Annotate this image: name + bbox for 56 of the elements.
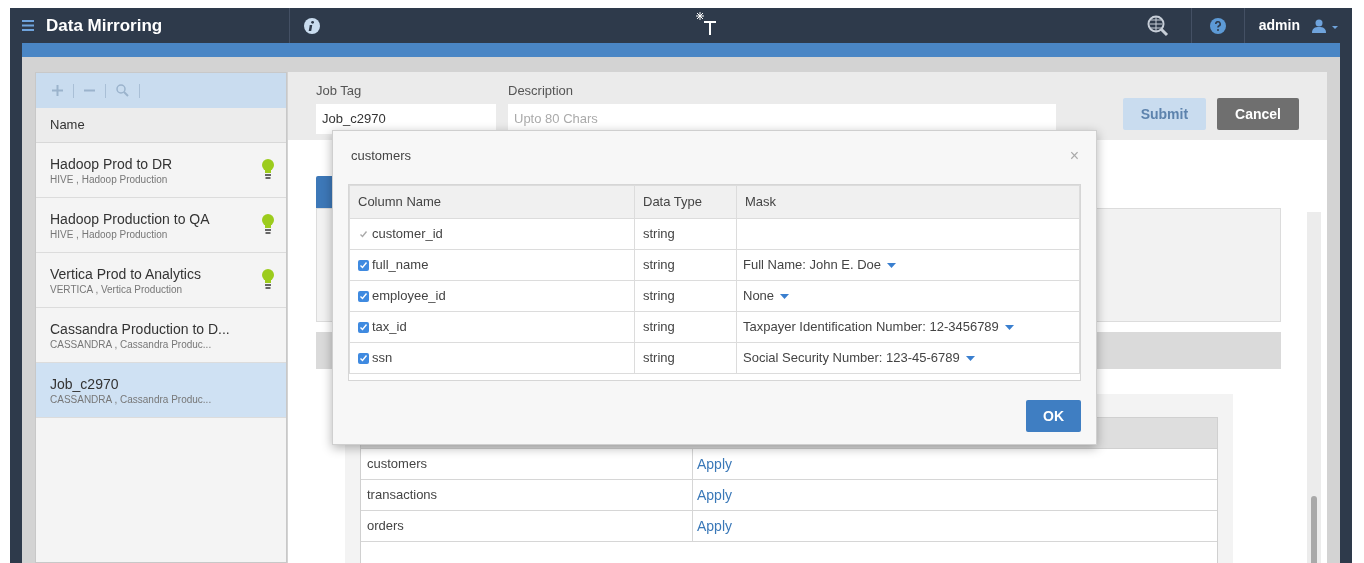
- caret-icon: [1004, 324, 1014, 330]
- help-icon[interactable]: [1209, 17, 1226, 34]
- caret-icon: [965, 355, 975, 361]
- job-name: Hadoop Production to QA: [50, 209, 211, 228]
- column-name: customer_id: [372, 225, 443, 244]
- checkbox[interactable]: [358, 290, 369, 302]
- table-cell: transactions: [361, 480, 693, 510]
- column-name: employee_id: [372, 287, 446, 306]
- user-icon[interactable]: [1312, 18, 1338, 33]
- mask-dropdown[interactable]: None: [743, 286, 790, 306]
- apply-link[interactable]: Apply: [697, 453, 733, 475]
- job-name: Vertica Prod to Analytics: [50, 264, 202, 283]
- job-tag-field[interactable]: Job_c2970: [316, 103, 496, 134]
- job-item[interactable]: Job_c2970 CASSANDRA , Cassandra Produc...: [36, 363, 286, 418]
- field-label: Description: [508, 82, 575, 100]
- scrollbar[interactable]: [1307, 212, 1321, 563]
- field-label: Job Tag: [316, 82, 363, 100]
- checkbox[interactable]: [358, 352, 369, 364]
- column-header: Data Type: [634, 185, 737, 219]
- column-name: tax_id: [372, 318, 407, 337]
- job-source: CASSANDRA , Cassandra Produc...: [50, 392, 213, 406]
- menu-icon[interactable]: [22, 20, 34, 31]
- table-cell: customers: [361, 449, 693, 479]
- caret-icon: [780, 293, 790, 299]
- column-name: ssn: [372, 349, 393, 368]
- table-cell: string: [634, 218, 737, 250]
- scrollbar-thumb[interactable]: [1311, 496, 1317, 563]
- logo-icon: [694, 10, 718, 37]
- column-header: Mask: [736, 185, 1080, 219]
- column-header: Column Name: [349, 185, 635, 219]
- apply-link[interactable]: Apply: [697, 515, 733, 537]
- job-source: HIVE , Hadoop Production: [50, 227, 169, 241]
- job-name: Job_c2970: [50, 374, 120, 393]
- job-name: Cassandra Production to D...: [50, 319, 231, 338]
- job-source: HIVE , Hadoop Production: [50, 172, 169, 186]
- checkbox[interactable]: [358, 259, 369, 271]
- table-cell: string: [634, 342, 737, 374]
- job-source: VERTICA , Vertica Production: [50, 282, 184, 296]
- user-name[interactable]: admin: [1258, 15, 1300, 36]
- checkbox[interactable]: [358, 321, 369, 333]
- ok-button[interactable]: OK: [1026, 400, 1081, 432]
- caret-icon: [887, 262, 896, 268]
- apply-link[interactable]: Apply: [697, 484, 733, 506]
- job-source: CASSANDRA , Cassandra Produc...: [50, 337, 213, 351]
- table-cell: string: [634, 311, 737, 343]
- table-cell: string: [634, 280, 737, 312]
- dialog-title: customers: [351, 147, 411, 166]
- info-icon[interactable]: [304, 17, 320, 34]
- table-cell: orders: [361, 511, 693, 541]
- column-header: Name: [50, 116, 85, 135]
- column-name: full_name: [372, 256, 429, 275]
- job-name: Hadoop Prod to DR: [50, 154, 174, 173]
- cancel-button[interactable]: Cancel: [1217, 98, 1299, 130]
- search-icon[interactable]: [1146, 14, 1169, 37]
- table-cell: string: [634, 249, 737, 281]
- app-title: Data Mirroring: [46, 14, 163, 37]
